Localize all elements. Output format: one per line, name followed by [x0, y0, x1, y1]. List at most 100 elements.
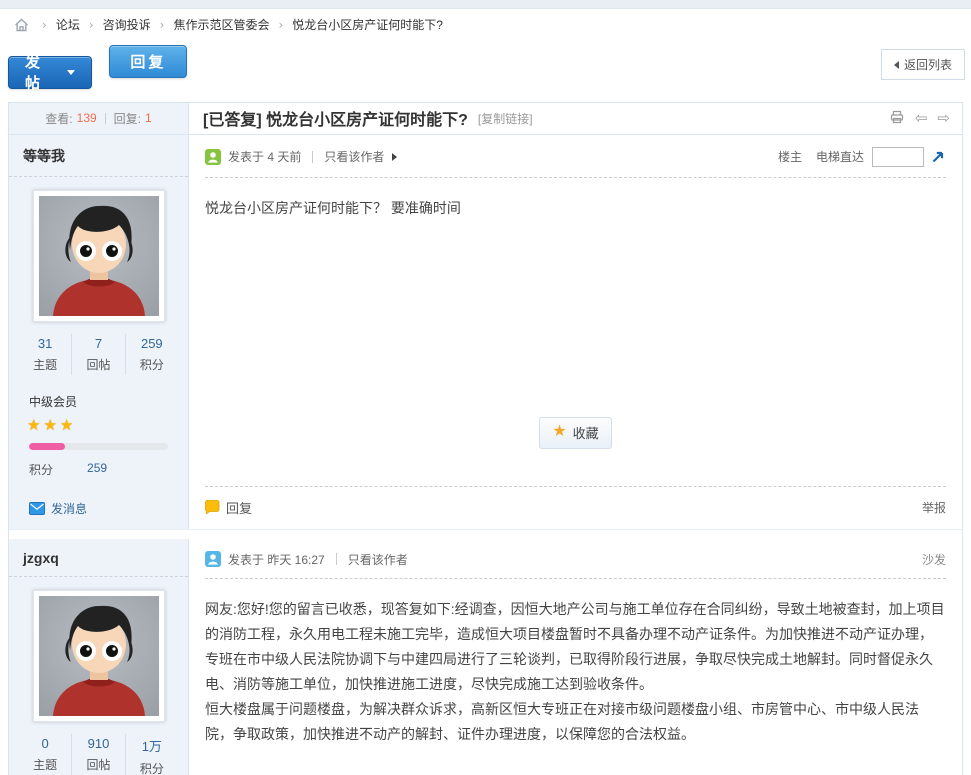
- breadcrumb-separator: [42, 18, 47, 32]
- stat-replies[interactable]: 910 回帖: [71, 734, 124, 775]
- send-message-link[interactable]: 发消息: [9, 478, 188, 517]
- credit-score-row: 积分 259: [9, 450, 188, 478]
- floor-badge: 沙发: [922, 551, 946, 568]
- post-2-meta: 发表于 昨天 16:27 只看该作者 沙发: [205, 539, 946, 579]
- reply-link-label: 回复: [226, 498, 252, 517]
- replies-label: 回复:: [114, 110, 141, 127]
- view-author-only-link[interactable]: 只看该作者: [348, 551, 408, 568]
- views-label: 查看:: [45, 110, 72, 127]
- chevron-left-icon: [894, 61, 899, 69]
- reply-paragraph: 网友:您好!您的留言已收悉，现答复如下:经调查，因恒大地产公司与施工单位存在合同…: [205, 597, 946, 697]
- reply-button-label: 回复: [130, 51, 166, 72]
- stat-replies-label: 回帖: [72, 356, 124, 373]
- stat-replies-label: 回帖: [72, 756, 124, 773]
- breadcrumb-separator: [278, 18, 283, 32]
- breadcrumb-current: 悦龙台小区房产证何时能下?: [292, 16, 443, 33]
- thread-stats: 查看: 139 回复: 1: [9, 103, 189, 134]
- replies-count: 1: [145, 111, 152, 125]
- post-2-author-panel: jzgxq: [9, 539, 189, 775]
- favorite-row: ★ 收藏: [205, 417, 946, 449]
- thread-header: 查看: 139 回复: 1 [已答复] 悦龙台小区房产证何时能下? [复制链接]…: [9, 103, 962, 135]
- avatar-image: [39, 596, 159, 716]
- thread-tools: ⇦ ⇨: [889, 103, 950, 134]
- credit-score-value: 259: [87, 461, 107, 478]
- prev-thread-icon[interactable]: ⇦: [915, 109, 928, 127]
- credit-progress-fill: [29, 443, 65, 450]
- report-link[interactable]: 举报: [922, 499, 946, 516]
- thread-title-text: 悦龙台小区房产证何时能下?: [266, 112, 468, 129]
- stat-credits[interactable]: 259 积分: [125, 334, 178, 375]
- reply-bubble-icon: [205, 500, 220, 514]
- post-1-content: 发表于 4 天前 只看该作者 楼主 电梯直达 悦龙台小区房产证何时能下？ 要准确…: [189, 135, 962, 529]
- back-to-list-label: 返回列表: [904, 56, 952, 73]
- breadcrumb-section[interactable]: 咨询投诉: [103, 16, 151, 33]
- divider: [105, 113, 106, 124]
- reply-paragraph: 恒大楼盘属于问题楼盘，为解决群众诉求，高新区恒大专班正在对接市级问题楼盘小组、市…: [205, 697, 946, 747]
- answered-tag: [已答复]: [203, 112, 262, 129]
- avatar[interactable]: [33, 190, 165, 322]
- elevator-jump-icon[interactable]: [930, 149, 946, 165]
- new-post-button-label: 发帖: [25, 51, 60, 93]
- print-icon[interactable]: [889, 109, 905, 128]
- post-2-username[interactable]: jzgxq: [9, 539, 188, 577]
- post-1-username[interactable]: 等等我: [9, 135, 188, 177]
- stat-threads-value: 0: [19, 736, 71, 751]
- elevator-floor-input[interactable]: [872, 147, 924, 167]
- post-2-body: 网友:您好!您的留言已收悉，现答复如下:经调查，因恒大地产公司与施工单位存在合同…: [205, 579, 946, 747]
- stat-credits[interactable]: 1万 积分: [125, 734, 178, 775]
- favorite-label: 收藏: [573, 423, 599, 442]
- copy-link-button[interactable]: [复制链接]: [478, 110, 533, 127]
- chevron-right-icon: [392, 153, 397, 161]
- breadcrumb-separator: [160, 18, 165, 32]
- user-rank: 中级会员: [9, 375, 188, 410]
- post-divider: [9, 529, 962, 539]
- view-author-only-link[interactable]: 只看该作者: [324, 148, 397, 165]
- stat-threads[interactable]: 0 主题: [19, 734, 71, 775]
- elevator-label: 电梯直达: [816, 148, 864, 165]
- avatar-image: [39, 196, 159, 316]
- post-2-author-stats: 0 主题 910 回帖 1万 积分: [19, 734, 178, 775]
- top-strip: [0, 0, 971, 9]
- credit-progress-bar: [29, 443, 168, 450]
- post-1: 等等我: [9, 135, 962, 529]
- back-to-list-button[interactable]: 返回列表: [881, 49, 965, 80]
- breadcrumb-separator: [89, 18, 94, 32]
- online-status-icon[interactable]: [205, 149, 221, 165]
- credit-score-label: 积分: [29, 461, 53, 478]
- avatar[interactable]: [33, 590, 165, 722]
- next-thread-icon[interactable]: ⇨: [937, 109, 950, 127]
- post-1-author-panel: 等等我: [9, 135, 189, 529]
- stat-threads[interactable]: 31 主题: [19, 334, 71, 375]
- page-title: [已答复] 悦龙台小区房产证何时能下?: [203, 106, 468, 130]
- breadcrumb-board[interactable]: 焦作示范区管委会: [173, 16, 269, 33]
- new-post-button[interactable]: 发帖: [8, 56, 92, 89]
- stat-threads-label: 主题: [19, 356, 71, 373]
- post-1-footer: 回复 举报: [205, 486, 946, 529]
- views-count: 139: [77, 111, 97, 125]
- stat-credits-label: 积分: [126, 356, 178, 373]
- post-time: 发表于 4 天前: [228, 148, 301, 165]
- rank-stars-icon: ★★★: [9, 410, 188, 434]
- stat-credits-value: 259: [126, 336, 178, 351]
- stat-credits-value: 1万: [126, 736, 178, 755]
- thread-container: 查看: 139 回复: 1 [已答复] 悦龙台小区房产证何时能下? [复制链接]…: [8, 102, 963, 775]
- favorite-button[interactable]: ★ 收藏: [539, 417, 611, 449]
- breadcrumb: 论坛 咨询投诉 焦作示范区管委会 悦龙台小区房产证何时能下?: [0, 9, 971, 39]
- home-icon[interactable]: [14, 18, 29, 32]
- reply-link[interactable]: 回复: [205, 498, 252, 517]
- action-toolbar: 发帖 回复 返回列表: [0, 39, 971, 99]
- stat-credits-label: 积分: [126, 760, 178, 775]
- envelope-icon: [29, 502, 45, 515]
- post-1-body: 悦龙台小区房产证何时能下？ 要准确时间: [205, 178, 946, 221]
- post-1-author-stats: 31 主题 7 回帖 259 积分: [19, 334, 178, 375]
- thread-title-area: [已答复] 悦龙台小区房产证何时能下? [复制链接]: [189, 103, 889, 134]
- stat-replies[interactable]: 7 回帖: [71, 334, 124, 375]
- post-2-content: 发表于 昨天 16:27 只看该作者 沙发 网友:您好!您的留言已收悉，现答复如…: [189, 539, 962, 775]
- post-2-meta-right: 沙发: [922, 551, 946, 568]
- stat-threads-label: 主题: [19, 756, 71, 773]
- online-status-icon[interactable]: [205, 551, 221, 567]
- breadcrumb-forum[interactable]: 论坛: [56, 16, 80, 33]
- view-author-label: 只看该作者: [348, 551, 408, 568]
- reply-button[interactable]: 回复: [109, 45, 187, 78]
- stat-replies-value: 910: [72, 736, 124, 751]
